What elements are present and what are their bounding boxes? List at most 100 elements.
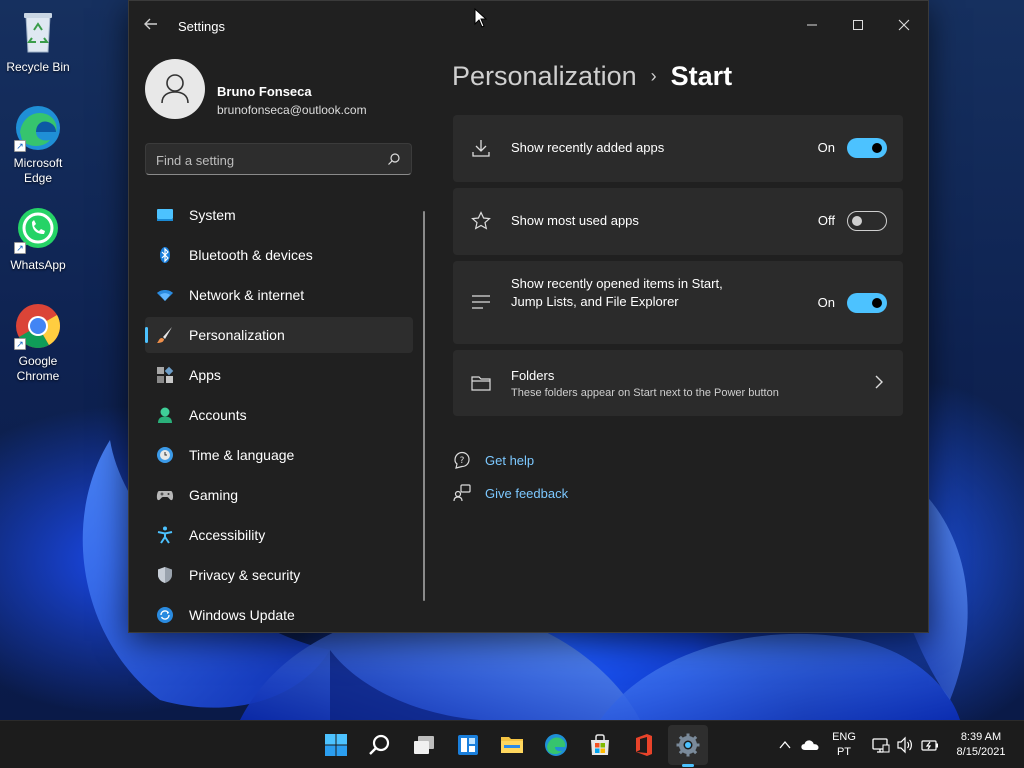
sidebar-item-windows-update[interactable]: Windows Update: [145, 597, 413, 632]
feedback-icon: [453, 484, 471, 502]
person-icon: [161, 74, 189, 104]
sidebar-item-gaming[interactable]: Gaming: [145, 477, 413, 513]
toggle-switch[interactable]: [847, 293, 887, 313]
desktop-icon-google-chrome[interactable]: ↗ Google Chrome: [0, 302, 76, 384]
sidebar-item-label: Time & language: [189, 447, 295, 463]
clock[interactable]: 8:39 AM 8/15/2021: [948, 730, 1014, 760]
battery-icon[interactable]: [920, 736, 940, 754]
sidebar-item-label: Apps: [189, 367, 221, 383]
search-input[interactable]: [156, 150, 376, 170]
setting-title: Show recently opened items in Start, Jum…: [511, 276, 723, 309]
language-code: ENG: [832, 731, 856, 743]
sidebar-nav: System Bluetooth & devices Network & int…: [145, 197, 413, 632]
shortcut-arrow-icon: ↗: [14, 140, 26, 152]
desktop-icon-label: Microsoft Edge: [13, 156, 63, 185]
sidebar-item-accessibility[interactable]: Accessibility: [145, 517, 413, 553]
toggle-switch[interactable]: [847, 211, 887, 231]
search-icon: [369, 734, 390, 755]
toggle-state-label: On: [817, 140, 835, 155]
taskbar: ENG PT 8:39 AM 8/15/2021: [0, 720, 1024, 768]
wifi-icon: [157, 290, 173, 301]
setting-card-recently-opened: Show recently opened items in Start, Jum…: [453, 261, 903, 344]
close-button[interactable]: [881, 9, 927, 41]
title-bar[interactable]: Settings: [129, 1, 928, 49]
main-content: Personalization › Start Show recently adde…: [427, 49, 928, 632]
folder-icon: [471, 376, 491, 391]
clock-time: 8:39 AM: [960, 731, 1002, 743]
desktop-icon-microsoft-edge[interactable]: ↗ Microsoft Edge: [0, 104, 76, 186]
sidebar-item-bluetooth[interactable]: Bluetooth & devices: [145, 237, 413, 273]
sidebar-item-label: Windows Update: [189, 607, 295, 623]
settings-window: Settings Bruno Fonseca brunofonseca@outl…: [128, 0, 929, 633]
chevron-up-icon[interactable]: [778, 738, 792, 752]
settings-taskbar-button[interactable]: [668, 725, 708, 765]
close-icon: [898, 19, 910, 31]
toggle-switch[interactable]: [847, 138, 887, 158]
sidebar-item-network[interactable]: Network & internet: [145, 277, 413, 313]
widgets-button[interactable]: [448, 725, 488, 765]
sidebar-item-accounts[interactable]: Accounts: [145, 397, 413, 433]
setting-title: Show most used apps: [511, 213, 639, 228]
account-icon: [158, 407, 172, 423]
update-icon: [157, 607, 173, 623]
brush-icon: [157, 327, 172, 343]
search-box[interactable]: [145, 143, 412, 175]
network-icon[interactable]: [872, 736, 890, 754]
task-view-icon: [414, 736, 434, 754]
breadcrumb-parent[interactable]: Personalization: [452, 61, 637, 91]
volume-icon[interactable]: [896, 736, 914, 754]
maximize-button[interactable]: [835, 9, 881, 41]
sidebar-item-label: Accounts: [189, 407, 247, 423]
office-button[interactable]: [624, 725, 664, 765]
svg-text:?: ?: [460, 456, 465, 466]
setting-title: Folders: [511, 368, 555, 383]
sidebar-item-privacy[interactable]: Privacy & security: [145, 557, 413, 593]
back-button[interactable]: [143, 16, 163, 36]
start-button[interactable]: [316, 725, 356, 765]
file-explorer-button[interactable]: [492, 725, 532, 765]
toggle-knob: [872, 298, 882, 308]
chevron-right-icon: [875, 375, 883, 389]
avatar[interactable]: [145, 59, 205, 119]
desktop-icon-label: WhatsApp: [10, 258, 66, 272]
onedrive-cloud-icon[interactable]: [800, 737, 820, 753]
store-button[interactable]: [580, 725, 620, 765]
apps-icon: [157, 366, 174, 383]
task-view-button[interactable]: [404, 725, 444, 765]
get-help-link[interactable]: Get help: [485, 453, 534, 468]
start-icon: [325, 734, 347, 756]
get-help-link-row[interactable]: ? Get help: [453, 449, 534, 471]
shortcut-arrow-icon: ↗: [14, 338, 26, 350]
shortcut-arrow-icon: ↗: [14, 242, 26, 254]
search-icon[interactable]: [387, 152, 401, 166]
desktop-icon-whatsapp[interactable]: ↗ WhatsApp: [0, 206, 76, 273]
settings-icon: [676, 733, 700, 757]
sidebar-item-apps[interactable]: Apps: [145, 357, 413, 393]
office-icon: [636, 734, 652, 756]
sidebar-item-label: System: [189, 207, 236, 223]
edge-taskbar-button[interactable]: [536, 725, 576, 765]
maximize-icon: [853, 20, 863, 30]
taskbar-search-button[interactable]: [360, 725, 400, 765]
sidebar-item-time-language[interactable]: Time & language: [145, 437, 413, 473]
sidebar-scrollbar[interactable]: [423, 211, 425, 601]
clock-globe-icon: [157, 447, 173, 463]
sidebar-item-label: Personalization: [189, 327, 285, 343]
desktop-icon-label: Google Chrome: [16, 354, 60, 383]
keyboard-layout: PT: [836, 746, 852, 758]
minimize-icon: [807, 24, 817, 26]
minimize-button[interactable]: [789, 9, 835, 41]
sidebar-item-label: Gaming: [189, 487, 239, 503]
file-explorer-icon: [501, 737, 523, 753]
setting-card-most-used: Show most used apps Off: [453, 188, 903, 255]
edge-icon: [545, 734, 567, 756]
language-indicator[interactable]: ENG PT: [828, 730, 860, 760]
sidebar-item-personalization[interactable]: Personalization: [145, 317, 413, 353]
sidebar: Bruno Fonseca brunofonseca@outlook.com S…: [129, 49, 427, 632]
widgets-icon: [458, 735, 478, 755]
sidebar-item-system[interactable]: System: [145, 197, 413, 233]
give-feedback-link-row[interactable]: Give feedback: [453, 482, 568, 504]
setting-card-folders[interactable]: Folders These folders appear on Start ne…: [453, 350, 903, 416]
give-feedback-link[interactable]: Give feedback: [485, 486, 568, 501]
desktop-icon-recycle-bin[interactable]: Recycle Bin: [0, 8, 76, 75]
